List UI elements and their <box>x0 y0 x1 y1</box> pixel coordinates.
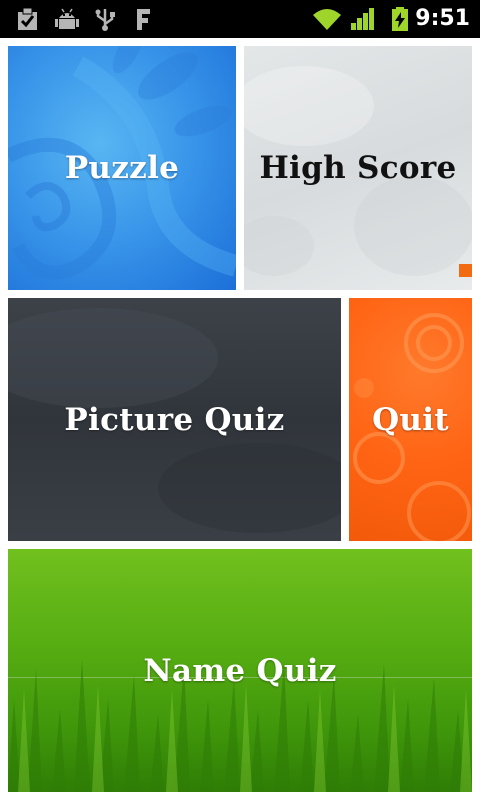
status-bar: 9:51 <box>0 0 480 38</box>
f-app-icon <box>137 9 150 30</box>
picture-quiz-label: Picture Quiz <box>64 401 285 438</box>
wifi-icon <box>313 9 341 30</box>
puzzle-button[interactable]: Puzzle <box>8 46 236 290</box>
quit-label: Quit <box>372 401 449 438</box>
puzzle-label: Puzzle <box>64 150 180 186</box>
checkbox-notification-icon <box>18 7 37 30</box>
high-score-label: High Score <box>259 150 457 186</box>
signal-icon <box>351 8 374 30</box>
clock: 9:51 <box>415 6 470 31</box>
usb-icon <box>95 9 115 31</box>
name-quiz-label: Name Quiz <box>143 652 337 689</box>
quit-button[interactable]: Quit <box>349 298 472 541</box>
picture-quiz-button[interactable]: Picture Quiz <box>8 298 341 541</box>
battery-charging-icon <box>392 7 408 31</box>
high-score-button[interactable]: High Score <box>244 46 472 290</box>
android-debug-icon <box>55 8 79 29</box>
name-quiz-button[interactable]: Name Quiz <box>8 549 472 792</box>
orange-square-mark <box>459 264 472 277</box>
